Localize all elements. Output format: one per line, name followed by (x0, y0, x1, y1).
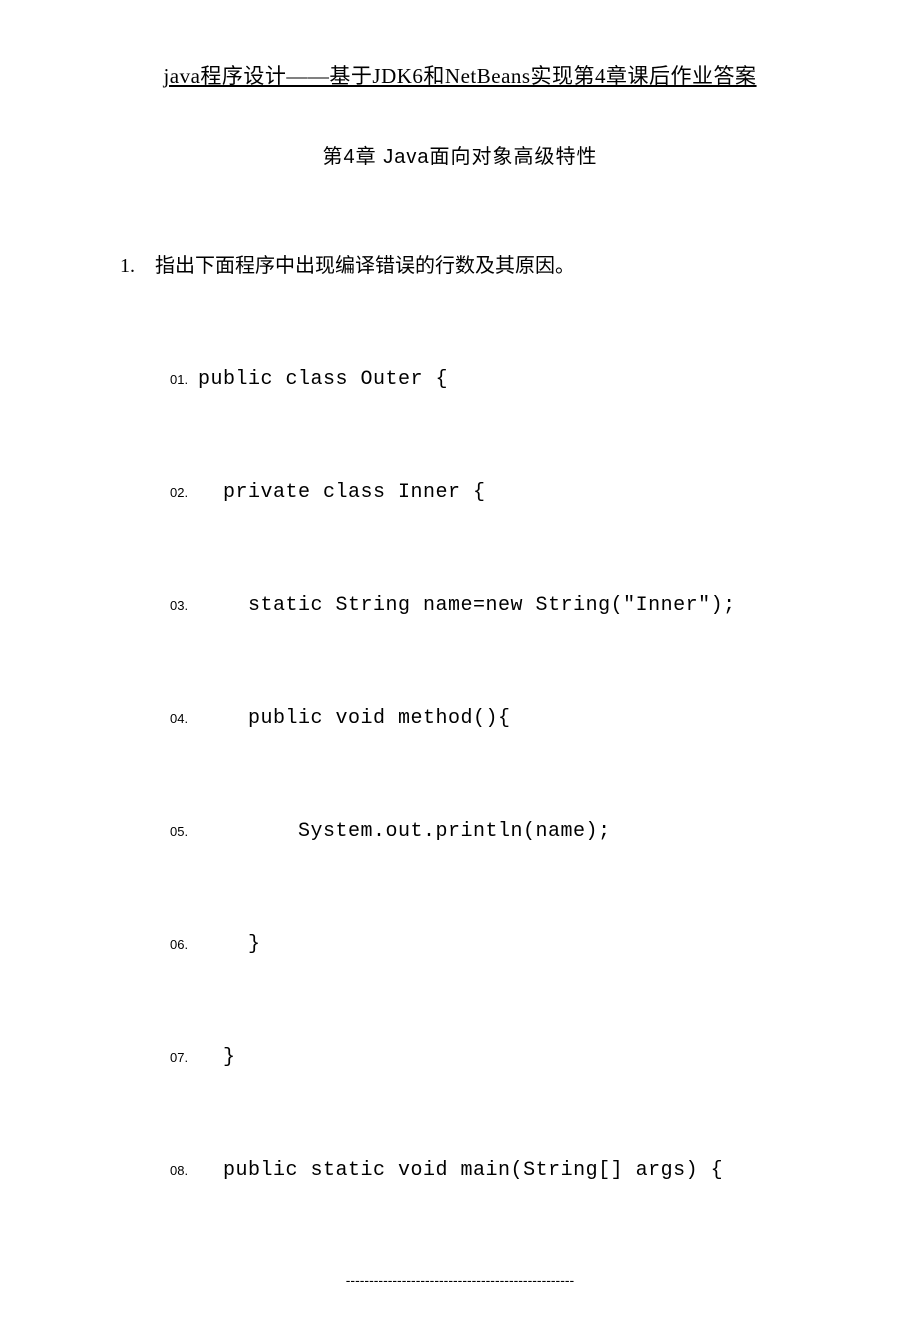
chapter-title: 第4章 Java面向对象高级特性 (120, 140, 800, 169)
code-text: public class Outer { (198, 368, 448, 391)
code-line: 04. public void method(){ (120, 707, 800, 730)
page: java程序设计——基于JDK6和NetBeans实现第4章课后作业答案 第4章… (0, 0, 920, 1328)
code-text: private class Inner { (198, 481, 486, 504)
line-number: 01. (170, 372, 198, 387)
code-line: 07. } (120, 1046, 800, 1069)
code-text: } (198, 1046, 236, 1069)
line-number: 03. (170, 598, 198, 613)
code-text: System.out.println(name); (198, 820, 611, 843)
line-number: 07. (170, 1050, 198, 1065)
line-number: 04. (170, 711, 198, 726)
question-text: 指出下面程序中出现编译错误的行数及其原因。 (155, 255, 575, 277)
code-line: 02. private class Inner { (120, 481, 800, 504)
code-text: public static void main(String[] args) { (198, 1159, 723, 1182)
question-number: 1. (120, 255, 150, 278)
code-line: 05. System.out.println(name); (120, 820, 800, 843)
code-line: 01. public class Outer { (120, 368, 800, 391)
code-line: 03. static String name=new String("Inner… (120, 594, 800, 617)
line-number: 06. (170, 937, 198, 952)
header-title: java程序设计——基于JDK6和NetBeans实现第4章课后作业答案 (120, 60, 800, 90)
code-text: static String name=new String("Inner"); (198, 594, 736, 617)
line-number: 08. (170, 1163, 198, 1178)
code-line: 06. } (120, 933, 800, 956)
line-number: 02. (170, 485, 198, 500)
line-number: 05. (170, 824, 198, 839)
code-line: 08. public static void main(String[] arg… (120, 1159, 800, 1182)
footer-dashes: ----------------------------------------… (120, 1272, 800, 1288)
question-line: 1. 指出下面程序中出现编译错误的行数及其原因。 (120, 249, 800, 278)
code-text: public void method(){ (198, 707, 511, 730)
code-text: } (198, 933, 261, 956)
